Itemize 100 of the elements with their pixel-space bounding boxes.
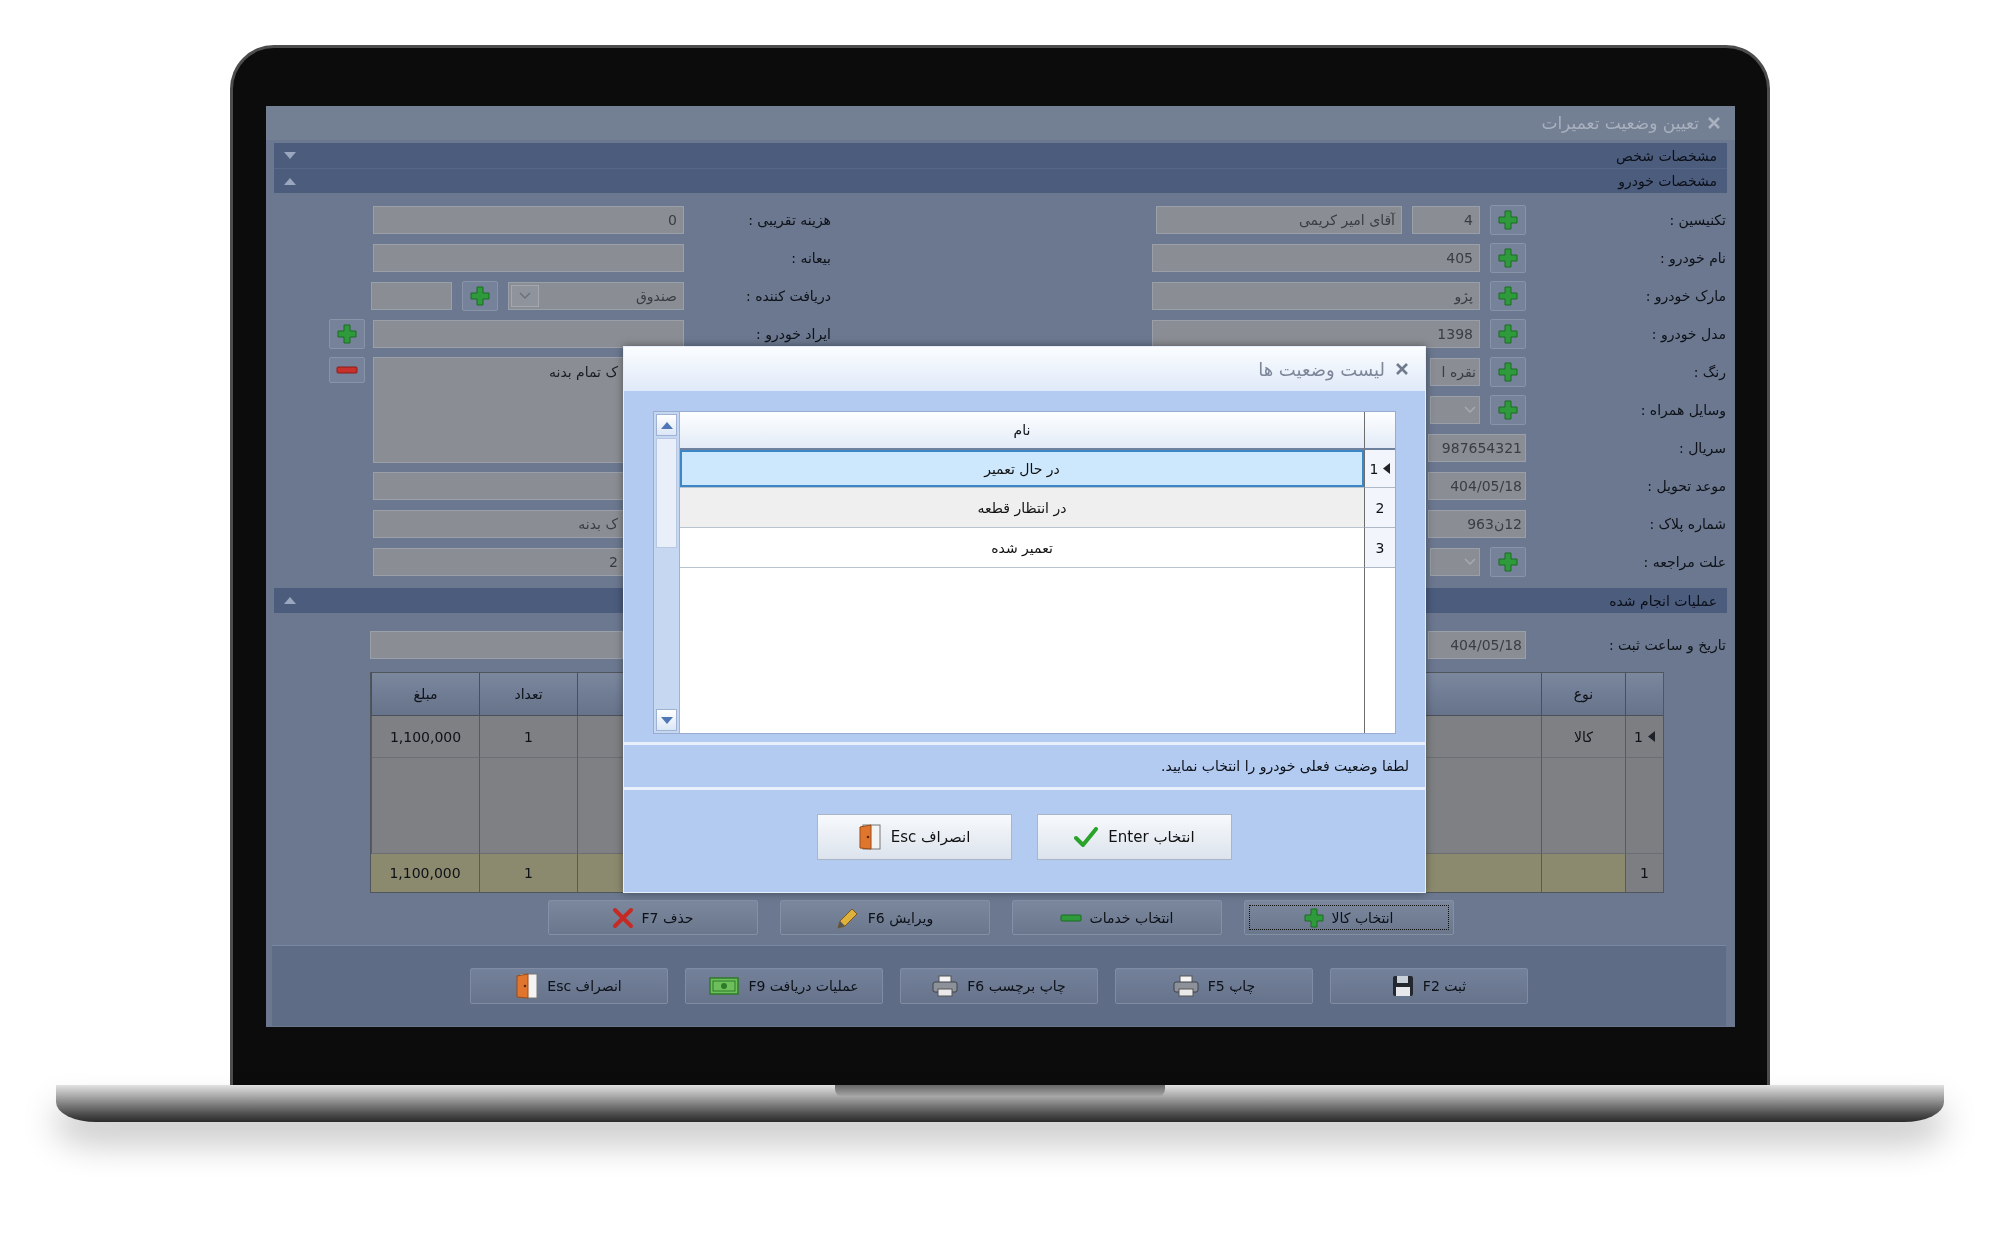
minus-icon [1059,913,1082,922]
toolbar-button[interactable]: انتخاب کالا [1243,900,1454,935]
door-icon [858,824,881,850]
row-header[interactable]: 1 [1364,450,1395,488]
add-button[interactable] [1490,243,1526,273]
text-field[interactable]: 12ن963 [1428,510,1526,538]
row-number: 1 [1640,865,1649,881]
add-button[interactable] [1490,281,1526,311]
text-field[interactable]: 4 [1412,206,1480,234]
combo-value: صندوق [635,288,677,304]
notes-field[interactable]: ک تمام بدنه [373,357,625,463]
section-header[interactable]: مشخصات شخص [274,143,1727,168]
list-item[interactable]: در انتظار قطعه [680,488,1364,528]
close-icon[interactable] [1707,116,1721,130]
triangle-up-icon [284,597,296,604]
row-number: 2 [1375,499,1385,516]
plus-icon [1303,907,1324,928]
text-field[interactable]: 2 [373,548,625,576]
text-field[interactable]: 405 [1152,244,1480,272]
add-button[interactable] [462,281,498,311]
field-label: دریافت کننده : [745,288,831,304]
column-header: نوع [1541,673,1625,716]
field-label: رنگ : [1692,364,1726,380]
text-field[interactable] [373,320,684,348]
text-field[interactable] [370,631,623,659]
combo-box[interactable]: صندوق [508,282,684,310]
text-field[interactable] [371,282,452,310]
dialog-title: لیست وضعیت ها [1258,358,1385,380]
field-label: سریال : [1678,440,1726,456]
remove-button[interactable] [329,357,365,383]
dialog-button[interactable]: انتخاب Enter [1037,814,1232,860]
add-button[interactable] [329,319,365,349]
scroll-down-button[interactable] [656,709,677,731]
scrollbar[interactable] [654,412,680,733]
row-number: 3 [1375,539,1385,556]
action-button[interactable]: عملیات دریافت F9 [685,968,883,1004]
plus-icon [337,324,357,344]
add-button[interactable] [1490,357,1526,387]
text-field[interactable]: 0 [373,206,684,234]
section-header[interactable]: مشخصات خودرو [274,168,1727,193]
scroll-thumb[interactable] [656,438,677,548]
field-label: وسایل همراه : [1639,402,1726,418]
chevron-down-icon [1464,558,1476,566]
plus-icon [470,286,490,306]
plus-icon [1498,248,1518,268]
table-cell: 1,100,000 [371,716,479,758]
row-header[interactable]: 2 [1364,488,1395,528]
chevron-down-icon [1464,406,1476,414]
row-number: 1 [1369,460,1379,477]
row-header[interactable]: 1 [1625,716,1663,758]
section-title: مشخصات شخص [1616,147,1717,164]
action-button[interactable]: چاپ برچسب F6 [900,968,1098,1004]
toolbar-button[interactable]: ویرایش F6 [779,900,990,935]
list-item[interactable]: تعمیر شده [680,528,1364,568]
plus-icon [1498,362,1518,382]
field-label: شماره پلاک : [1648,516,1726,532]
text-field[interactable]: آقای امیر کریمی [1156,206,1402,234]
add-button[interactable] [1490,319,1526,349]
add-button[interactable] [1490,547,1526,577]
close-icon[interactable] [1395,362,1409,376]
scroll-up-button[interactable] [656,414,677,436]
cross-icon [611,906,634,929]
minus-icon [336,366,358,374]
printer-icon [1172,975,1199,997]
triangle-down-icon [284,152,296,159]
action-button[interactable]: ثبت F2 [1330,968,1528,1004]
toolbar-button[interactable]: حذف F7 [547,900,758,935]
text-field[interactable]: پژو [1152,282,1480,310]
combo-box[interactable] [1430,396,1480,424]
field-label: مارک خودرو : [1644,288,1726,304]
plus-icon [1498,210,1518,230]
text-field[interactable] [373,244,684,272]
add-button[interactable] [1490,395,1526,425]
row-pointer-icon [1647,731,1655,742]
add-button[interactable] [1490,205,1526,235]
dropdown-button[interactable] [511,285,539,307]
text-field[interactable]: 987654321 [1428,434,1526,462]
action-button[interactable]: چاپ F5 [1115,968,1313,1004]
text-field[interactable]: 404/05/18 [1428,472,1526,500]
row-pointer-icon [1383,463,1391,474]
plus-icon [1498,324,1518,344]
row-header[interactable]: 3 [1364,528,1395,568]
text-field[interactable]: 1398 [1152,320,1480,348]
plus-icon [1498,286,1518,306]
text-field[interactable] [373,472,625,500]
toolbar-button[interactable]: انتخاب خدمات [1011,900,1222,935]
column-header: نام [680,412,1364,450]
plus-icon [1498,552,1518,572]
text-field[interactable]: 404/05/18 [1428,631,1526,659]
list-item[interactable]: در حال تعمیر [680,450,1364,488]
plus-icon [1498,400,1518,420]
field-label: تاریخ و ساعت ثبت : [1607,637,1726,653]
text-field[interactable]: نقره ا [1430,358,1480,386]
field-label: بیعانه : [790,250,831,266]
action-button[interactable]: انصراف Esc [470,968,668,1004]
text-field[interactable]: ک بدنه [373,510,625,538]
table-cell: کالا [1541,716,1625,758]
triangle-down-icon [660,716,673,724]
combo-box[interactable] [1430,548,1480,576]
dialog-button[interactable]: انصراف Esc [817,814,1012,860]
